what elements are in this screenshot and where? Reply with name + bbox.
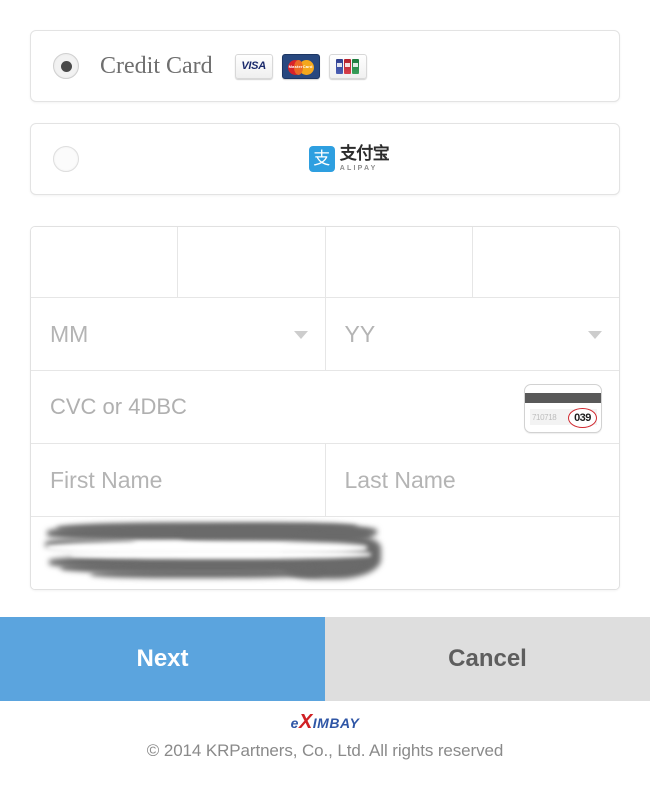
card-magnetic-stripe xyxy=(525,393,601,403)
first-name-placeholder: First Name xyxy=(50,466,163,493)
expiry-year-select[interactable]: YY xyxy=(325,298,619,370)
last-name-placeholder: Last Name xyxy=(344,466,456,493)
redacted-field-row xyxy=(31,517,619,589)
cvc-row: CVC or 4DBC 710718 039 xyxy=(31,371,619,444)
payment-method-label-credit-card: Credit Card xyxy=(100,52,213,79)
alipay-latin-text: ALIPAY xyxy=(339,165,378,172)
cancel-button[interactable]: Cancel xyxy=(325,617,650,701)
jcb-bar-blue xyxy=(336,58,344,74)
card-details-form: MM YY CVC or 4DBC 710718 039 First Name … xyxy=(0,195,650,590)
next-button[interactable]: Next xyxy=(0,617,325,701)
expiry-month-select[interactable]: MM xyxy=(31,298,326,370)
expiry-year-placeholder: YY xyxy=(344,320,376,347)
cvc-digits-highlight: 039 xyxy=(568,408,597,428)
redaction-highlight xyxy=(71,550,371,559)
chevron-down-icon[interactable] xyxy=(588,331,602,339)
first-name-input[interactable]: First Name xyxy=(31,444,326,516)
alipay-wordmark: 支付宝 ALIPAY xyxy=(339,144,390,173)
radio-dot xyxy=(60,60,72,72)
card-number-segment-1[interactable] xyxy=(31,227,179,297)
payment-method-alipay[interactable]: 支 支付宝 ALIPAY xyxy=(30,123,620,195)
mastercard-icon: MasterCard xyxy=(281,53,320,79)
action-bar: Next Cancel xyxy=(0,617,650,701)
eximbay-logo-rest: IMBAY xyxy=(312,715,360,731)
cvc-location-hint-icon: 710718 039 xyxy=(524,384,602,433)
redaction-scribble xyxy=(31,517,619,589)
payment-method-list: Credit Card VISA MasterCard 支 支付宝 ALIPAY xyxy=(0,0,650,195)
radio-alipay[interactable] xyxy=(53,146,79,172)
card-number-segment-3[interactable] xyxy=(325,227,473,297)
alipay-icon: 支 支付宝 ALIPAY xyxy=(308,144,390,173)
mastercard-wordmark: MasterCard xyxy=(288,63,313,69)
redaction-stroke xyxy=(91,569,321,578)
alipay-chinese-text: 支付宝 xyxy=(339,144,390,164)
payment-method-credit-card[interactable]: Credit Card VISA MasterCard xyxy=(30,30,620,102)
chevron-down-icon[interactable] xyxy=(293,331,308,339)
jcb-bar-green xyxy=(352,58,360,74)
visa-icon: VISA xyxy=(234,53,273,79)
eximbay-logo: eXIMBAY xyxy=(0,712,650,732)
cvc-input[interactable]: CVC or 4DBC 710718 039 xyxy=(31,371,619,443)
eximbay-logo-e: e xyxy=(290,715,299,731)
card-number-row xyxy=(31,227,619,298)
expiry-month-placeholder: MM xyxy=(50,320,89,347)
jcb-bar-red xyxy=(344,58,352,74)
expiry-row: MM YY xyxy=(31,298,619,371)
visa-wordmark: VISA xyxy=(241,60,266,72)
copyright-text: © 2014 KRPartners, Co., Ltd. All rights … xyxy=(146,741,504,760)
name-row: First Name Last Name xyxy=(31,444,619,517)
radio-credit-card[interactable] xyxy=(53,53,79,79)
card-number-segment-2[interactable] xyxy=(178,227,326,297)
redacted-input[interactable] xyxy=(31,517,619,589)
cvc-placeholder: CVC or 4DBC xyxy=(50,394,187,419)
footer: eXIMBAY © 2014 KRPartners, Co., Ltd. All… xyxy=(0,712,650,761)
jcb-icon xyxy=(328,53,367,79)
card-brand-logos: VISA MasterCard xyxy=(234,53,367,79)
alipay-glyph-mark: 支 xyxy=(308,146,335,172)
last-name-input[interactable]: Last Name xyxy=(325,444,619,516)
card-number-segment-4[interactable] xyxy=(472,227,619,297)
eximbay-logo-x: X xyxy=(298,711,313,733)
form-table: MM YY CVC or 4DBC 710718 039 First Name … xyxy=(30,226,620,590)
card-signature-digits: 710718 xyxy=(532,412,557,422)
